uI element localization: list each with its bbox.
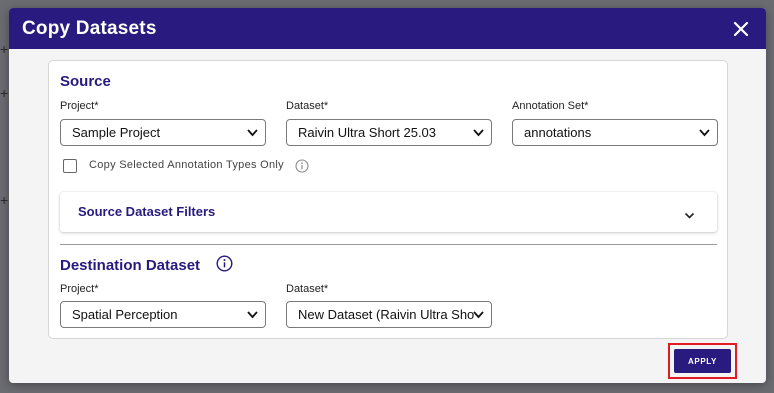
destination-dataset-label: Dataset* bbox=[286, 283, 329, 295]
destination-dataset-value: New Dataset (Raivin Ultra Sho bbox=[298, 307, 475, 322]
source-project-select[interactable]: Sample Project bbox=[60, 119, 266, 146]
source-dataset-select[interactable]: Raivin Ultra Short 25.03 bbox=[286, 119, 492, 146]
copy-datasets-dialog: Copy Datasets Source Project* Sample Pro… bbox=[9, 8, 766, 383]
destination-dataset-select[interactable]: New Dataset (Raivin Ultra Sho bbox=[286, 301, 492, 328]
annotation-set-value: annotations bbox=[524, 125, 592, 140]
copy-selected-label: Copy Selected Annotation Types Only bbox=[89, 159, 284, 171]
annotation-set-select[interactable]: annotations bbox=[512, 119, 718, 146]
destination-project-value: Spatial Perception bbox=[72, 307, 178, 322]
section-divider bbox=[60, 244, 717, 245]
info-icon[interactable] bbox=[216, 255, 233, 272]
dialog-header: Copy Datasets bbox=[9, 8, 766, 49]
annotation-set-label: Annotation Set* bbox=[512, 100, 589, 112]
chevron-down-icon bbox=[699, 128, 710, 137]
dialog-title: Copy Datasets bbox=[22, 17, 157, 39]
destination-project-select[interactable]: Spatial Perception bbox=[60, 301, 266, 328]
chevron-down-icon bbox=[684, 207, 695, 219]
source-filters-title: Source Dataset Filters bbox=[78, 204, 216, 219]
close-icon bbox=[733, 21, 749, 36]
chevron-down-icon bbox=[247, 310, 258, 319]
copy-selected-checkbox[interactable] bbox=[63, 159, 77, 173]
close-button[interactable] bbox=[730, 18, 752, 40]
source-dataset-value: Raivin Ultra Short 25.03 bbox=[298, 125, 437, 140]
source-dataset-label: Dataset* bbox=[286, 100, 329, 112]
destination-title: Destination Dataset bbox=[60, 257, 201, 274]
source-title: Source bbox=[60, 73, 111, 90]
form-card: Source Project* Sample Project Dataset* … bbox=[48, 60, 728, 339]
chevron-down-icon bbox=[473, 128, 484, 137]
chevron-down-icon bbox=[247, 128, 258, 137]
chevron-down-icon bbox=[473, 310, 484, 319]
source-project-value: Sample Project bbox=[72, 125, 161, 140]
apply-button[interactable]: APPLY bbox=[674, 349, 731, 373]
info-icon[interactable] bbox=[295, 159, 309, 173]
destination-project-label: Project* bbox=[60, 283, 99, 295]
source-project-label: Project* bbox=[60, 100, 99, 112]
source-filters-accordion[interactable]: Source Dataset Filters bbox=[60, 192, 717, 232]
